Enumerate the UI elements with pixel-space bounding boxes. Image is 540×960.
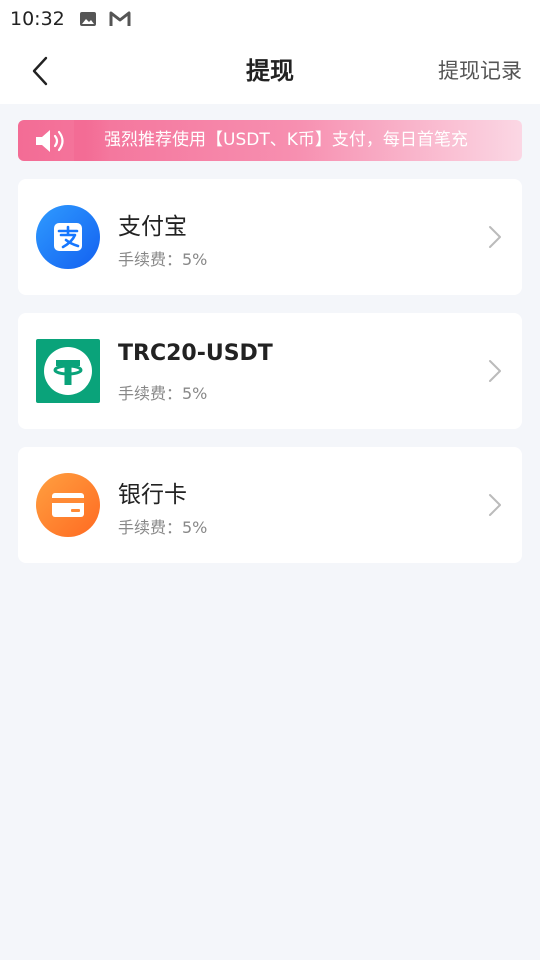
- image-icon: [79, 10, 97, 28]
- notice-fade: [74, 120, 110, 161]
- chevron-right-icon: [489, 226, 501, 248]
- notice-text: 强烈推荐使用【USDT、K币】支付，每日首笔充: [104, 130, 468, 150]
- bank-card-icon: [36, 473, 100, 537]
- method-fee: 手续费：5%: [118, 384, 208, 403]
- chevron-right-icon: [489, 494, 501, 516]
- notice-banner[interactable]: 强烈推荐使用【USDT、K币】支付，每日首笔充: [18, 120, 522, 161]
- chevron-right-icon: [489, 360, 501, 382]
- method-name: 银行卡: [118, 482, 187, 508]
- alipay-icon: [36, 205, 100, 269]
- method-name: 支付宝: [118, 214, 187, 240]
- chevron-left-icon: [32, 56, 48, 86]
- method-name: TRC20-USDT: [118, 341, 273, 366]
- nav-bar: 提现 提现记录: [0, 38, 540, 104]
- speaker-icon: [36, 130, 64, 152]
- withdraw-history-link[interactable]: 提现记录: [438, 38, 522, 104]
- method-card-bank[interactable]: 银行卡 手续费：5%: [18, 447, 522, 563]
- status-time: 10:32: [10, 8, 65, 30]
- tether-icon: [36, 339, 100, 403]
- method-card-usdt[interactable]: TRC20-USDT 手续费：5%: [18, 313, 522, 429]
- method-fee: 手续费：5%: [118, 250, 208, 269]
- gmail-icon: [109, 10, 131, 28]
- status-bar: 10:32: [0, 0, 540, 38]
- method-fee: 手续费：5%: [118, 518, 208, 537]
- back-button[interactable]: [20, 52, 60, 90]
- method-card-alipay[interactable]: 支付宝 手续费：5%: [18, 179, 522, 295]
